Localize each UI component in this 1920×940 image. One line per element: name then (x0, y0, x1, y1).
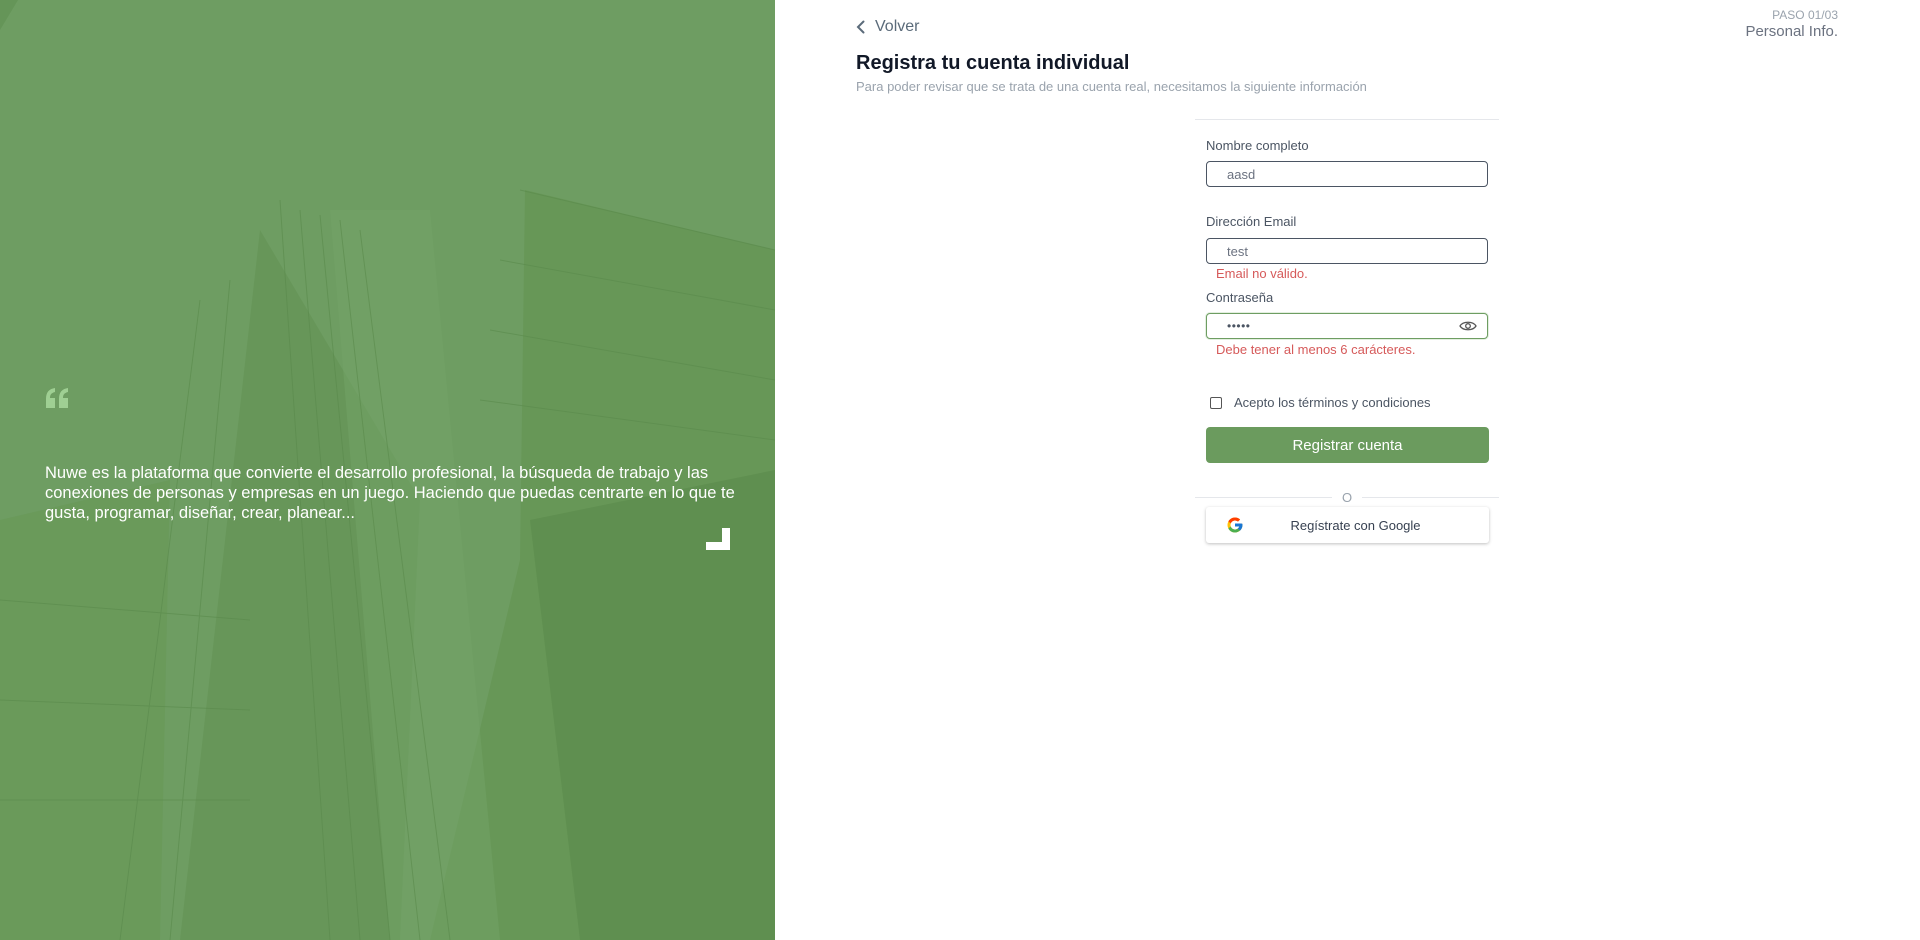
password-error: Debe tener al menos 6 carácteres. (1216, 342, 1416, 357)
email-input[interactable] (1207, 243, 1487, 259)
name-field-wrapper (1206, 161, 1488, 187)
divider-line-right (1362, 496, 1499, 498)
google-signup-button[interactable]: Regístrate con Google (1206, 507, 1489, 543)
step-name: Personal Info. (1745, 23, 1838, 40)
or-label: O (1341, 489, 1353, 505)
google-icon (1227, 517, 1243, 533)
back-label: Volver (875, 18, 920, 35)
email-error: Email no válido. (1216, 266, 1308, 281)
divider-line-left (1195, 496, 1332, 498)
hero-panel: Nuwe es la plataforma que convierte el d… (0, 0, 775, 940)
page-title: Registra tu cuenta individual (856, 52, 1130, 74)
hero-quote: Nuwe es la plataforma que convierte el d… (45, 463, 735, 522)
password-label: Contraseña (1206, 290, 1274, 305)
corner-icon (706, 528, 730, 550)
terms-row: Acepto los términos y condiciones (1210, 395, 1431, 410)
name-input[interactable] (1207, 166, 1487, 182)
email-label: Dirección Email (1206, 214, 1297, 229)
google-signup-label: Regístrate con Google (1290, 517, 1421, 533)
email-field-wrapper (1206, 238, 1488, 264)
password-input[interactable]: ••••• (1206, 313, 1488, 339)
name-label: Nombre completo (1206, 138, 1309, 153)
step-counter: PASO 01/03 (1772, 8, 1838, 22)
page-subtitle: Para poder revisar que se trata de una c… (856, 79, 1367, 94)
quote-icon (46, 388, 68, 408)
terms-label: Acepto los términos y condiciones (1234, 395, 1431, 410)
or-divider: O (1195, 489, 1499, 505)
eye-icon[interactable] (1459, 320, 1477, 332)
password-masked-value: ••••• (1227, 319, 1251, 333)
chevron-left-icon (856, 20, 865, 34)
back-button[interactable]: Volver (856, 16, 919, 38)
registration-form: Nombre completo Dirección Email Email no… (1195, 119, 1499, 543)
terms-checkbox[interactable] (1210, 396, 1222, 409)
register-button[interactable]: Registrar cuenta (1206, 427, 1489, 463)
